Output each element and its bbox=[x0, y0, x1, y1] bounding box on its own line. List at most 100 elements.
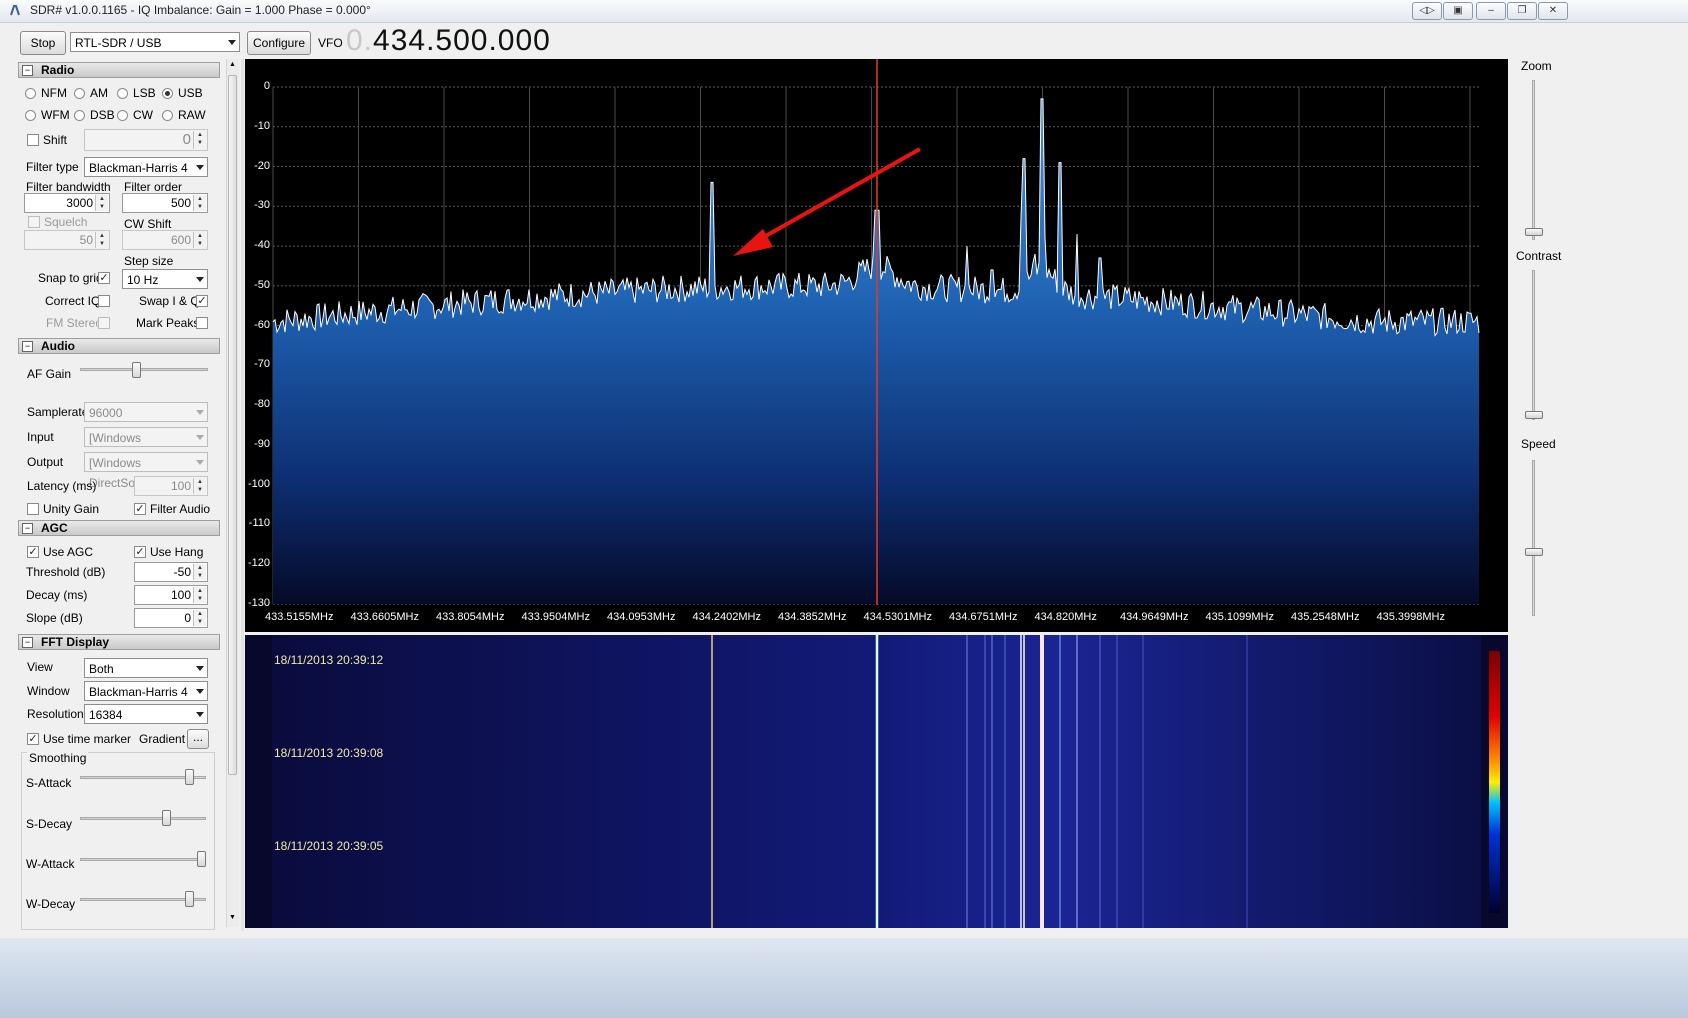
spin-arrows-icon[interactable]: ▲ ▼ bbox=[193, 131, 206, 149]
view-select[interactable]: Both bbox=[84, 658, 208, 678]
spin-arrows-icon[interactable]: ▲ ▼ bbox=[193, 232, 206, 248]
input-device-select[interactable]: [Windows DirectSound] bbox=[84, 427, 208, 465]
device-select[interactable]: RTL-SDR / USB bbox=[70, 32, 240, 52]
filter-bandwidth-label: Filter bandwidth bbox=[26, 180, 111, 194]
resolution-value: 16384 bbox=[89, 708, 123, 722]
filter-audio-checkbox[interactable]: ✓ bbox=[134, 503, 146, 515]
speed-slider[interactable] bbox=[1525, 548, 1543, 556]
filter-order-input[interactable]: 500 ▲ ▼ bbox=[122, 193, 208, 213]
filter-audio-label: Filter Audio bbox=[150, 502, 211, 516]
w-decay-slider[interactable] bbox=[185, 891, 194, 907]
x-tick-label: 433.6605MHz bbox=[350, 611, 420, 623]
chevron-down-icon bbox=[196, 435, 204, 440]
filter-type-select[interactable]: Blackman-Harris 4 bbox=[84, 157, 208, 177]
mark-peaks-checkbox[interactable] bbox=[196, 317, 208, 329]
fft-section-header[interactable]: − FFT Display bbox=[18, 634, 220, 650]
speed-track bbox=[1532, 460, 1535, 616]
agc-section-header[interactable]: − AGC bbox=[18, 520, 220, 536]
y-tick-label: -110 bbox=[248, 517, 270, 530]
unity-gain-checkbox[interactable] bbox=[27, 503, 39, 515]
slope-input[interactable]: 0 ▲ ▼ bbox=[134, 608, 208, 628]
mode-radio-am[interactable] bbox=[74, 88, 85, 99]
pin-icon[interactable]: ▣ bbox=[1443, 2, 1473, 20]
maximize-icon[interactable]: ❐ bbox=[1507, 2, 1537, 20]
threshold-input[interactable]: -50 ▲ ▼ bbox=[134, 562, 208, 582]
collapse-icon[interactable]: − bbox=[22, 65, 33, 76]
x-tick-label: 433.5155MHz bbox=[265, 611, 334, 623]
collapse-icon[interactable]: − bbox=[22, 523, 33, 534]
correct-iq-checkbox[interactable] bbox=[98, 295, 110, 307]
shift-input[interactable]: 0 ▲ ▼ bbox=[84, 129, 208, 151]
fm-stereo-checkbox[interactable] bbox=[98, 317, 110, 329]
app-icon bbox=[10, 5, 20, 16]
time-marker-checkbox[interactable]: ✓ bbox=[27, 733, 39, 745]
mode-radio-nfm[interactable] bbox=[25, 88, 36, 99]
spin-arrows-icon[interactable]: ▲ ▼ bbox=[95, 195, 108, 211]
radio-section-header[interactable]: − Radio bbox=[18, 62, 220, 78]
spin-arrows-icon[interactable]: ▲ ▼ bbox=[193, 195, 206, 211]
spin-arrows-icon[interactable]: ▲ ▼ bbox=[193, 610, 206, 626]
scroll-down-icon[interactable]: ▼ bbox=[229, 914, 236, 921]
use-agc-checkbox[interactable]: ✓ bbox=[27, 546, 39, 558]
waterfall-display[interactable]: 18/11/2013 20:39:12 18/11/2013 20:39:08 … bbox=[245, 635, 1508, 928]
gradient-button[interactable]: ... bbox=[187, 729, 209, 749]
collapse-icon[interactable]: − bbox=[22, 341, 33, 352]
af-gain-slider[interactable] bbox=[132, 362, 141, 378]
mode-radio-lsb[interactable] bbox=[117, 88, 128, 99]
panel-scrollbar[interactable]: ▲ ▼ bbox=[226, 59, 239, 927]
mode-radio-usb[interactable] bbox=[162, 88, 173, 99]
output-device-select[interactable]: [Windows DirectSound] bbox=[84, 452, 208, 490]
y-tick-label: -100 bbox=[247, 477, 270, 490]
spin-arrows-icon[interactable]: ▲ ▼ bbox=[193, 587, 206, 603]
contrast-slider[interactable] bbox=[1525, 411, 1543, 419]
close-icon[interactable]: ✕ bbox=[1538, 2, 1568, 20]
collapse-icon[interactable]: − bbox=[22, 637, 33, 648]
restore-icon[interactable]: ◁▷ bbox=[1412, 2, 1442, 20]
use-hang-label: Use Hang bbox=[150, 545, 204, 559]
mode-radio-raw[interactable] bbox=[162, 110, 173, 121]
s-attack-slider[interactable] bbox=[185, 769, 194, 785]
step-size-select[interactable]: 10 Hz bbox=[122, 269, 208, 289]
squelch-input[interactable]: 50 ▲ ▼ bbox=[24, 230, 110, 250]
minimize-icon[interactable]: – bbox=[1476, 2, 1506, 20]
y-tick-label: -80 bbox=[254, 398, 270, 411]
time-marker-label: Use time marker bbox=[43, 732, 132, 746]
squelch-checkbox[interactable] bbox=[28, 216, 40, 228]
scrollbar-thumb[interactable] bbox=[228, 75, 237, 775]
spin-arrows-icon[interactable]: ▲ ▼ bbox=[193, 478, 206, 494]
shift-value: 0 bbox=[182, 131, 191, 148]
mode-radio-dsb[interactable] bbox=[74, 110, 85, 121]
spin-arrows-icon[interactable]: ▲ ▼ bbox=[193, 564, 206, 580]
use-hang-checkbox[interactable]: ✓ bbox=[134, 546, 146, 558]
zoom-slider[interactable] bbox=[1525, 228, 1543, 236]
scroll-up-icon[interactable]: ▲ bbox=[229, 61, 236, 68]
spectrum-analyzer[interactable]: 0 -10 -20 -30 -40 -50 -60 -70 -80 -90 -100 -110 -120… bbox=[245, 59, 1508, 632]
samplerate-select[interactable]: 96000 bbox=[84, 402, 208, 422]
snap-to-grid-label: Snap to grid bbox=[38, 271, 103, 285]
snap-to-grid-checkbox[interactable]: ✓ bbox=[98, 272, 110, 284]
mode-radio-cw[interactable] bbox=[117, 110, 128, 121]
decay-input[interactable]: 100 ▲ ▼ bbox=[134, 585, 208, 605]
s-decay-slider[interactable] bbox=[162, 810, 171, 826]
stop-button[interactable]: Stop bbox=[20, 31, 66, 55]
audio-section-header[interactable]: − Audio bbox=[18, 338, 220, 354]
x-tick-label: 434.820MHz bbox=[1034, 611, 1097, 623]
w-attack-slider[interactable] bbox=[197, 851, 206, 867]
x-tick-label: 434.5301MHz bbox=[863, 611, 933, 623]
spin-arrows-icon[interactable]: ▲ ▼ bbox=[95, 232, 108, 248]
latency-input[interactable]: 100 ▲ ▼ bbox=[134, 476, 208, 496]
resolution-select[interactable]: 16384 bbox=[84, 704, 208, 724]
cw-shift-input[interactable]: 600 ▲ ▼ bbox=[122, 230, 208, 250]
waterfall-signal-line bbox=[1040, 635, 1044, 928]
swap-iq-checkbox[interactable]: ✓ bbox=[196, 295, 208, 307]
y-tick-label: -90 bbox=[254, 437, 270, 450]
configure-button[interactable]: Configure bbox=[247, 31, 311, 55]
mode-radio-wfm[interactable] bbox=[25, 110, 36, 121]
vfo-frequency-display[interactable]: 0.434.500.000 bbox=[346, 24, 551, 58]
filter-bandwidth-input[interactable]: 3000 ▲ ▼ bbox=[24, 193, 110, 213]
filter-bandwidth-value: 3000 bbox=[66, 196, 93, 210]
window-select[interactable]: Blackman-Harris 4 bbox=[84, 681, 208, 701]
splitter[interactable] bbox=[241, 59, 244, 931]
step-size-label: Step size bbox=[124, 254, 174, 268]
shift-checkbox[interactable] bbox=[27, 134, 39, 146]
